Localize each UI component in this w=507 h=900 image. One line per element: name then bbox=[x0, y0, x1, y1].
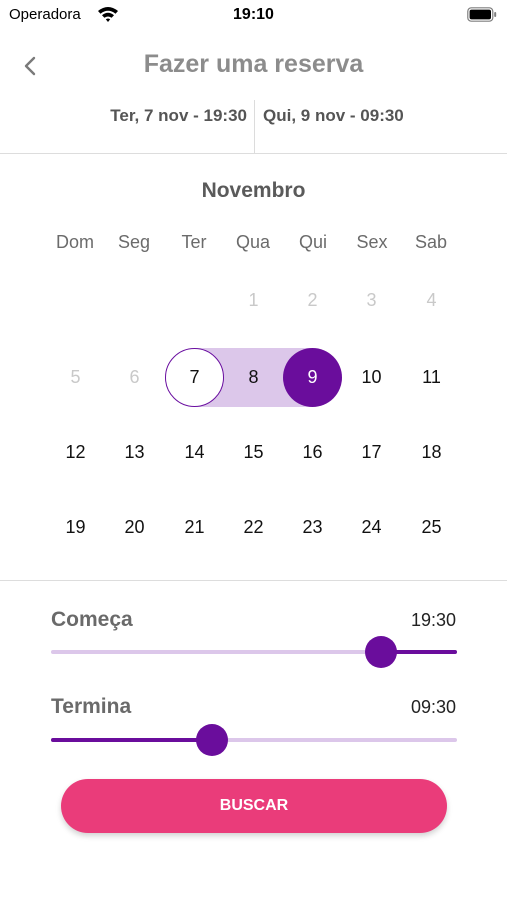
date-range-divider bbox=[254, 100, 255, 154]
end-time-slider-fill bbox=[51, 738, 212, 742]
calendar-divider bbox=[0, 580, 507, 581]
date-range-end[interactable]: Qui, 9 nov - 09:30 bbox=[263, 106, 404, 126]
end-time-value: 09:30 bbox=[410, 697, 456, 717]
day-5: 5 bbox=[70, 367, 81, 387]
day-10[interactable]: 10 bbox=[342, 348, 401, 407]
day-19[interactable]: 19 bbox=[46, 498, 105, 557]
day-7-range-start[interactable]: 7 bbox=[165, 348, 224, 407]
end-time-slider[interactable] bbox=[51, 724, 457, 756]
day-18[interactable]: 18 bbox=[402, 423, 461, 482]
weekday-qua: Qua bbox=[235, 232, 271, 252]
page-title: Fazer uma reserva bbox=[143, 50, 364, 78]
day-1: 1 bbox=[248, 290, 259, 310]
day-9-range-end[interactable]: 9 bbox=[283, 348, 342, 407]
month-title: Novembro bbox=[201, 179, 306, 202]
header-divider bbox=[0, 153, 507, 154]
weekday-qui: Qui bbox=[298, 232, 327, 252]
day-20[interactable]: 20 bbox=[105, 498, 164, 557]
day-24[interactable]: 24 bbox=[342, 498, 401, 557]
search-button[interactable]: BUSCAR bbox=[61, 779, 447, 833]
end-time-slider-thumb[interactable] bbox=[195, 724, 228, 756]
weekday-ter: Ter bbox=[181, 232, 207, 252]
day-13[interactable]: 13 bbox=[105, 423, 164, 482]
date-range-summary: Ter, 7 nov - 19:30 Qui, 9 nov - 09:30 bbox=[0, 100, 507, 154]
day-11[interactable]: 11 bbox=[402, 348, 461, 407]
weekday-sex: Sex bbox=[356, 232, 388, 252]
day-3: 3 bbox=[366, 290, 377, 310]
status-time: 19:10 bbox=[233, 6, 274, 23]
battery-icon bbox=[467, 7, 497, 22]
day-8-in-range[interactable]: 8 bbox=[224, 348, 283, 407]
day-21[interactable]: 21 bbox=[165, 498, 224, 557]
end-time-label: Termina bbox=[51, 695, 132, 718]
start-time-slider-thumb[interactable] bbox=[364, 636, 397, 668]
day-14[interactable]: 14 bbox=[165, 423, 224, 482]
day-16[interactable]: 16 bbox=[283, 423, 342, 482]
day-2: 2 bbox=[307, 290, 318, 310]
day-12[interactable]: 12 bbox=[46, 423, 105, 482]
day-22[interactable]: 22 bbox=[224, 498, 283, 557]
day-4: 4 bbox=[426, 290, 437, 310]
status-bar: Operadora 19:10 bbox=[0, 0, 507, 30]
start-time-value: 19:30 bbox=[410, 610, 456, 630]
date-range-start[interactable]: Ter, 7 nov - 19:30 bbox=[110, 106, 247, 126]
day-25[interactable]: 25 bbox=[402, 498, 461, 557]
day-6: 6 bbox=[129, 367, 140, 387]
day-23[interactable]: 23 bbox=[283, 498, 342, 557]
day-17[interactable]: 17 bbox=[342, 423, 401, 482]
start-time-slider[interactable] bbox=[51, 636, 457, 668]
weekday-sab: Sab bbox=[414, 232, 448, 252]
weekday-dom: Dom bbox=[55, 232, 94, 252]
start-time-label: Começa bbox=[51, 608, 133, 631]
weekday-seg: Seg bbox=[117, 232, 151, 252]
day-15[interactable]: 15 bbox=[224, 423, 283, 482]
